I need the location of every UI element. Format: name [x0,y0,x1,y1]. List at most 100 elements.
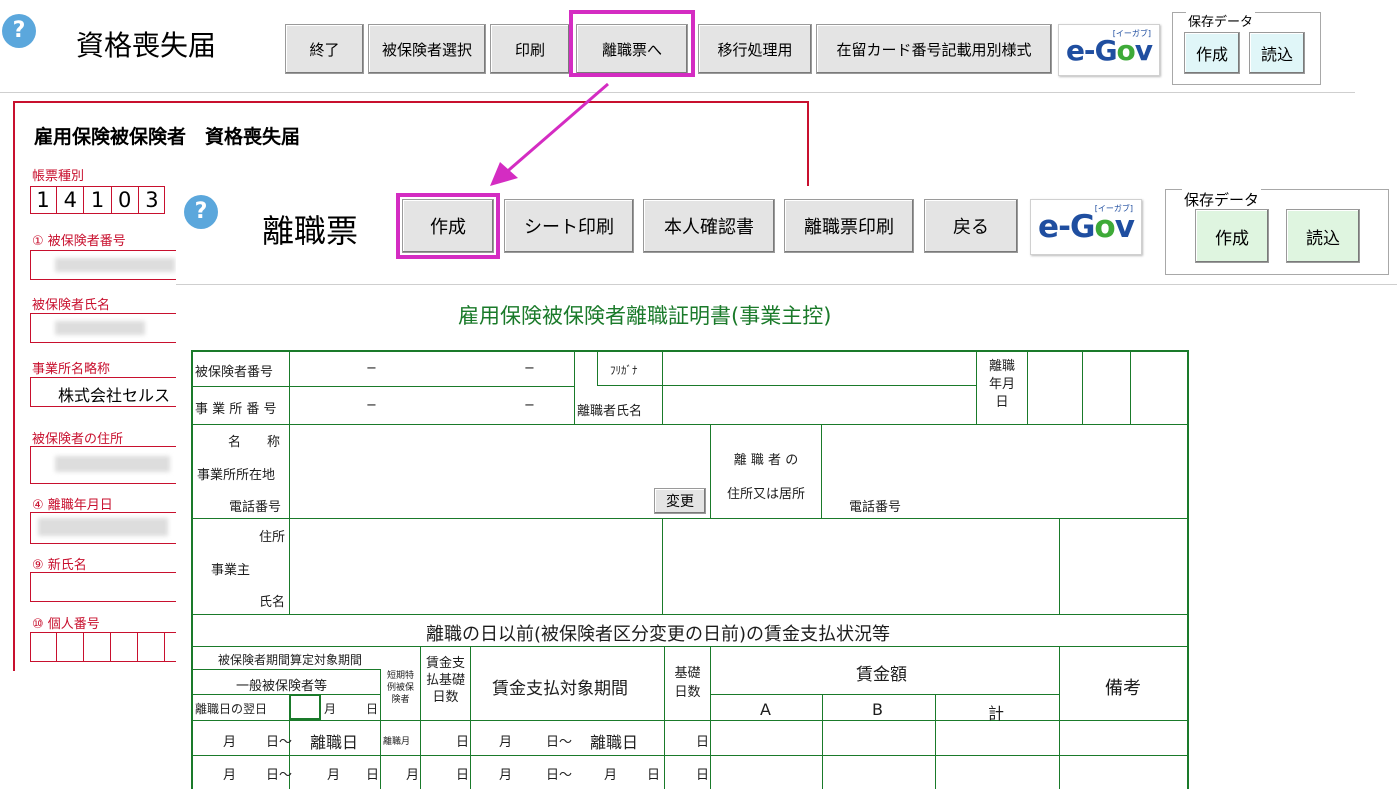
day-cell: 日〜 [266,735,293,750]
employer-name-header: 氏名 [259,595,286,610]
digit: 4 [56,186,83,214]
form-type-digits: 1 4 1 0 3 [30,186,165,214]
identity-document-button[interactable]: 本人確認書 [643,199,775,253]
dash: − [366,361,377,376]
base-day-cell: 日 [696,735,710,750]
leave-day-cell: 離職日 [590,733,639,752]
employer-header: 事業主 [211,563,251,578]
day-cell: 日 [366,768,380,783]
separation-slip-print-button[interactable]: 離職票印刷 [784,199,914,253]
next-day-header: 離職日の翌日 [195,702,268,716]
leaver-phone-header: 電話番号 [849,500,902,515]
wage-total-header: 計 [988,704,1005,723]
wage-base-days-header: 賃金支 払基礎 日数 [425,656,465,705]
office-name-header: 名 称 [228,435,281,450]
form-title: 雇用保険被保険者 資格喪失届 [34,126,301,148]
redacted-text [55,456,170,472]
day-cell: 日〜 [546,768,573,783]
front-save-data-label: 保存データ [1182,189,1262,210]
divider [176,284,1397,285]
insured-no-header: 被保険者番号 [195,365,274,380]
leaver-address-header: 離 職 者 の住所又は居所 [726,453,805,502]
insured-name-label: 被保険者氏名 [32,298,111,313]
day-cell: 日〜 [266,768,293,783]
wage-section-title: 離職の日以前(被保険者区分変更の日前)の賃金支払状況等 [426,624,891,645]
egov-logo-icon[interactable]: [イーガブ] e-Gov [1030,199,1142,255]
highlight-box [396,193,500,259]
office-short-name-label: 事業所名略称 [32,362,111,377]
dash: − [366,398,377,413]
back-page-title: 資格喪失届 [76,29,217,62]
form-border-top [13,101,809,103]
back-button[interactable]: 戻る [924,199,1018,253]
residence-card-form-button[interactable]: 在留カード番号記載用別様式 [816,24,1052,74]
month-cell: 月 [327,768,341,783]
office-no-header: 事 業 所 番 号 [195,402,277,417]
leave-date-header: 離職 年月日 [988,359,1015,410]
digit: 1 [36,188,50,212]
furigana-header: ﾌﾘｶﾞﾅ [610,364,638,377]
form-border-left [13,101,15,671]
redacted-text [38,518,168,536]
day-cell: 日〜 [546,735,573,750]
highlight-box [569,10,695,77]
back-save-create-button[interactable]: 作成 [1184,32,1240,74]
select-insured-button[interactable]: 被保険者選択 [368,24,486,74]
redacted-text [55,258,175,272]
personal-no-label: ⑩ 個人番号 [32,617,100,632]
help-icon[interactable]: ? [2,14,36,48]
base-day-cell: 日 [456,768,470,783]
remarks-header: 備考 [1105,678,1141,699]
employer-address-header: 住所 [259,530,286,545]
front-page-title: 離職票 [262,212,359,250]
dash: − [524,398,535,413]
wage-a-header: A [760,700,771,719]
form-type-label: 帳票種別 [32,169,85,184]
leave-month-cell: 離職月 [383,737,411,747]
leaver-name-header: 離職者氏名 [577,404,643,419]
selected-cell[interactable] [289,694,321,720]
digit: 1 [83,186,110,214]
front-save-load-button[interactable]: 読込 [1286,209,1360,263]
base-day-cell: 日 [696,768,710,783]
digit: 0 [110,186,138,214]
general-insured-header: 一般被保険者等 [236,679,328,694]
base-day-cell: 日 [456,735,470,750]
back-save-data-label: 保存データ [1186,11,1256,30]
leave-date-label: ④ 離職年月日 [32,498,113,513]
arrow-icon [490,82,609,186]
month-cell: 月 [223,768,237,783]
period-header: 被保険者期間算定対象期間 [218,653,363,667]
divider [0,92,1355,93]
digit: 3 [137,186,165,214]
egov-logo-icon[interactable]: [イーガブ] e-Gov [1058,24,1160,76]
office-phone-header: 電話番号 [229,500,282,515]
day-cell: 日 [647,768,661,783]
change-button[interactable]: 変更 [654,488,706,514]
back-save-load-button[interactable]: 読込 [1249,32,1305,74]
help-icon[interactable]: ? [184,195,218,229]
print-button[interactable]: 印刷 [490,24,570,74]
wage-amount-header: 賃金額 [856,665,907,685]
insured-no-label: ① 被保険者番号 [32,234,126,249]
redacted-text [55,321,145,335]
dash: − [524,361,535,376]
end-button[interactable]: 終了 [285,24,364,74]
insured-address-label: 被保険者の住所 [32,432,124,447]
sheet-print-button[interactable]: シート印刷 [504,199,634,253]
personal-no-grid [30,632,180,662]
pay-period-header: 賃金支払対象期間 [492,679,628,699]
migration-button[interactable]: 移行処理用 [698,24,812,74]
month-cell: 月 [499,735,513,750]
form-border-right [807,101,809,187]
new-name-label: ⑨ 新氏名 [32,558,87,573]
month-cell: 月 [406,768,420,783]
office-address-header: 事業所所在地 [197,468,276,483]
new-name-field[interactable] [30,572,180,602]
leave-day-cell: 離職日 [310,733,359,752]
month-header: 月 [324,702,337,716]
office-short-name-value: 株式会社セルス [58,386,171,405]
front-save-create-button[interactable]: 作成 [1195,209,1269,263]
month-cell: 月 [499,768,513,783]
wage-b-header: B [872,700,883,719]
